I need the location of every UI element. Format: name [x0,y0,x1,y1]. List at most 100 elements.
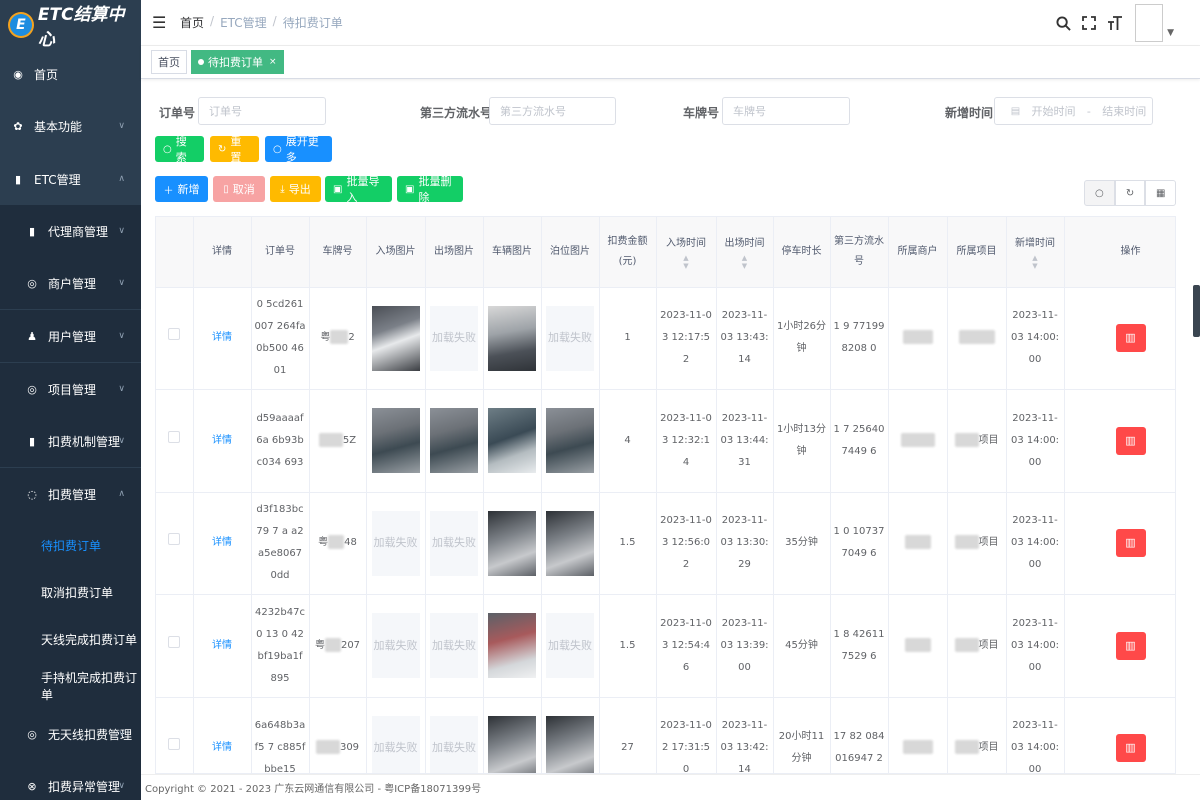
created-cell: 2023-11-03 14:00:00 [1006,697,1065,773]
add-button[interactable]: ＋新增 [155,176,208,202]
sidebar-item-error[interactable]: ⊗ 扣费异常管理 ∨ [0,760,141,800]
vehicle-image[interactable] [488,408,536,474]
plate-suffix: 207 [340,639,361,651]
sidebar-item-antenna-orders[interactable]: 天线完成扣费订单 [0,613,141,665]
sidebar-item-label: 用户管理 [48,329,97,344]
sort-icon[interactable]: ▲ ▼ [719,254,771,270]
sidebar-item-user[interactable]: ♟ 用户管理 ∨ [0,310,141,362]
sidebar-item-label: 首页 [34,67,59,82]
columns-icon: ▦ [1155,187,1166,199]
berth-image-failed: 加载失败 [546,613,594,679]
table-row: 详情 d3f183bc79 7 a a2a5e8067 0dd 粤 48 加载失败… [156,492,1175,595]
export-button[interactable]: ⤓ 导出 [270,176,321,202]
order-input[interactable]: 订单号 [198,97,326,125]
end-date-input[interactable]: 结束时间 [1102,103,1146,119]
sidebar-item-home[interactable]: ◉ 首页 [0,48,141,100]
order-number: 0 5cd261007 264fa0b500 4601 [251,287,310,390]
header-sortable[interactable]: 出场时间 ▲ ▼ [716,217,774,288]
sidebar-item-pending-orders[interactable]: 待扣费订单 [0,519,141,571]
sidebar-item-agent[interactable]: ▮ 代理商管理 ∨ [0,205,141,257]
tag-pending-orders[interactable]: 待扣费订单 × [191,50,284,74]
vehicle-image[interactable] [488,715,536,773]
sidebar-item-label: 待扣费订单 [41,538,102,553]
sidebar-item-handheld-orders[interactable]: 手持机完成扣费订单 [0,660,141,712]
vehicle-image[interactable] [488,510,536,576]
row-checkbox[interactable] [168,533,181,546]
plate-input[interactable]: 车牌号 [722,97,850,125]
sort-icon[interactable]: ▲ ▼ [1009,254,1062,270]
project-cell: 项目 [947,594,1007,698]
header-sortable[interactable]: 新增时间 ▲ ▼ [1006,217,1065,288]
cancel-button[interactable]: ▯ 取消 [213,176,265,202]
serial-input[interactable]: 第三方流水号 [489,97,616,125]
page-scrollbar[interactable] [1193,285,1200,337]
vehicle-image[interactable] [488,613,536,679]
trash-icon: ▥ [1125,331,1136,345]
sidebar-item-cancel-orders[interactable]: 取消扣费订单 [0,566,141,618]
refresh-button[interactable]: ↻ [1114,180,1146,206]
header-cell: 第三方流水号 [830,217,889,288]
tag-home[interactable]: 首页 [151,50,187,74]
sidebar-item-deduction[interactable]: ◌ 扣费管理 ∧ [0,468,141,520]
header-sortable[interactable]: 入场时间 ▲ ▼ [656,217,717,288]
berth-image[interactable] [546,715,594,773]
reset-button[interactable]: ↻ 重置 [210,135,259,164]
batch-delete-button[interactable]: ▣ 批量删除 [397,175,463,204]
chevron-down-icon: ∨ [118,781,125,791]
row-checkbox[interactable] [168,738,181,751]
avatar[interactable] [1135,4,1164,42]
delete-row-button[interactable]: ▥ [1115,529,1146,558]
plate-cell: 粤 207 [309,594,367,698]
select-all-header [156,217,194,288]
date-range-picker[interactable]: ▤ 开始时间 - 结束时间 [994,97,1153,125]
detail-link[interactable]: 详情 [212,640,232,651]
breadcrumb-etc[interactable]: ETC管理 [220,14,267,31]
berth-image[interactable] [546,408,594,474]
sort-icon[interactable]: ▲ ▼ [659,254,714,270]
row-checkbox[interactable] [168,430,181,443]
close-icon[interactable]: × [269,57,277,67]
chevron-down-icon: ∨ [118,436,125,446]
batch-import-button[interactable]: ▣ 批量导入 [325,175,392,204]
header-cell: 入场图片 [366,217,426,288]
detail-link[interactable]: 详情 [212,435,232,446]
exit-image[interactable] [430,408,478,474]
menu-toggle-icon[interactable]: ☰ [152,13,166,32]
sidebar-item-basic[interactable]: ✿ 基本功能 ∨ [0,100,141,152]
columns-button[interactable]: ▦ [1145,180,1177,206]
sidebar-item-project[interactable]: ◎ 项目管理 ∨ [0,363,141,415]
expand-more-button[interactable]: ○ 展开更多 [265,135,332,164]
vehicle-image[interactable] [488,305,536,371]
tag-label: 待扣费订单 [208,56,263,69]
row-checkbox[interactable] [168,635,181,648]
caret-down-icon[interactable]: ▼ [1167,28,1174,38]
start-date-input[interactable]: 开始时间 [1032,103,1076,119]
sidebar-item-mechanism[interactable]: ▮ 扣费机制管理 ∨ [0,415,141,467]
delete-row-button[interactable]: ▥ [1115,734,1146,763]
delete-row-button[interactable]: ▥ [1115,631,1146,660]
entry-image[interactable] [371,408,420,474]
sidebar-item-no-antenna[interactable]: ◎ 无天线扣费管理 ∨ [0,708,141,760]
fullscreen-icon[interactable] [1081,15,1097,31]
app-logo[interactable]: E ETC结算中心 [0,0,141,50]
font-size-icon[interactable] [1107,15,1123,31]
sidebar: E ETC结算中心 ◉ 首页 ✿ 基本功能 ∨ ▮ ETC管理 ∧ ▮ 代理商管… [0,0,141,800]
exit-image-failed: 加载失败 [430,715,478,773]
berth-image[interactable] [546,510,594,576]
detail-link[interactable]: 详情 [212,537,232,548]
table-row: 详情 4232b47c0 13 0 42bf19ba1f 895 粤 207 加载… [156,594,1175,698]
sidebar-item-merchant[interactable]: ◎ 商户管理 ∨ [0,257,141,309]
search-icon[interactable] [1055,15,1071,31]
delete-row-button[interactable]: ▥ [1115,426,1146,455]
detail-link[interactable]: 详情 [212,742,232,753]
delete-row-button[interactable]: ▥ [1115,324,1146,353]
entry-image[interactable] [371,305,420,371]
toggle-search-button[interactable]: ○ [1084,180,1115,206]
search-button[interactable]: ○ 搜索 [155,135,204,164]
amount-cell: 4 [599,389,657,493]
sidebar-item-etc[interactable]: ▮ ETC管理 ∧ [0,153,141,205]
row-checkbox[interactable] [168,328,181,341]
error-icon: ⊗ [27,779,37,793]
detail-link[interactable]: 详情 [212,332,232,343]
breadcrumb-home[interactable]: 首页 [180,14,204,31]
